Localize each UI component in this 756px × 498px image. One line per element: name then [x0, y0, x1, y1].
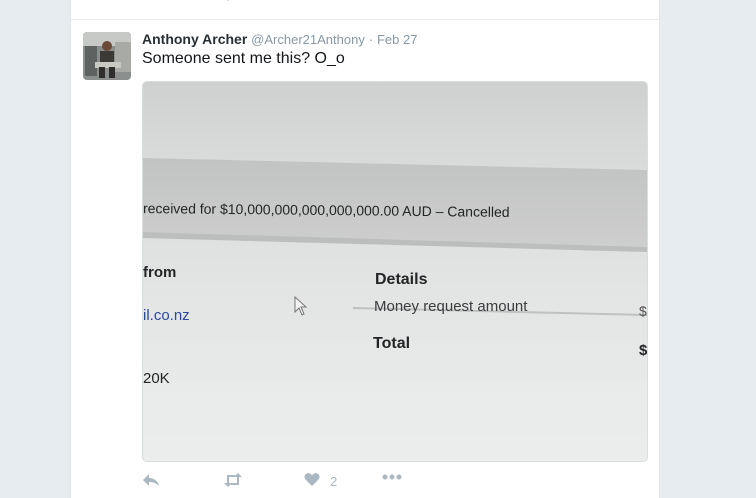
retweet-button[interactable]: [223, 472, 243, 491]
tweet-text: Someone sent me this? O_o: [142, 50, 345, 67]
money-request-label: Money request amount: [374, 298, 528, 315]
tweet-header: Anthony Archer @Archer21Anthony · Feb 27: [142, 31, 417, 49]
author-handle[interactable]: @Archer21Anthony: [251, 32, 365, 47]
email-fragment: il.co.nz: [143, 307, 190, 324]
heart-icon: [304, 472, 320, 490]
like-button[interactable]: 2: [304, 472, 337, 490]
previous-tweet-actions: 1 4: [71, 0, 659, 6]
avatar[interactable]: [83, 32, 131, 80]
avatar-photo: [83, 32, 131, 80]
reply-button[interactable]: [142, 472, 160, 491]
retweet-button[interactable]: 1: [223, 0, 259, 5]
tweet-timeline-card: 1 4 Anthony Archer @Archer21Anthon: [70, 0, 660, 498]
reply-icon: [142, 472, 160, 491]
retweet-count: 1: [252, 0, 259, 3]
tweet-divider: [71, 19, 659, 20]
dollar-sign-2: $: [639, 342, 648, 359]
tweet-actions: 2: [142, 470, 442, 490]
more-icon[interactable]: [382, 474, 402, 480]
cursor-arrow-icon: [294, 296, 308, 316]
dollar-sign-1: $: [639, 303, 647, 319]
like-count: 2: [330, 473, 338, 489]
tweet-photo[interactable]: received for $10,000,000,000,000,000.00 …: [142, 81, 648, 462]
retweet-icon: [223, 0, 243, 5]
tweet-timestamp[interactable]: Feb 27: [377, 32, 417, 47]
amount-fragment: 20K: [143, 370, 170, 387]
meta-separator: ·: [368, 32, 374, 47]
like-button[interactable]: 4: [311, 0, 340, 4]
total-label: Total: [373, 335, 411, 352]
heart-icon: [311, 0, 327, 4]
retweet-icon: [223, 472, 243, 491]
like-count: 4: [333, 0, 340, 3]
from-label: from: [143, 264, 177, 281]
reply-icon[interactable]: [143, 0, 161, 2]
details-label: Details: [375, 271, 428, 288]
author-name[interactable]: Anthony Archer: [142, 31, 247, 47]
